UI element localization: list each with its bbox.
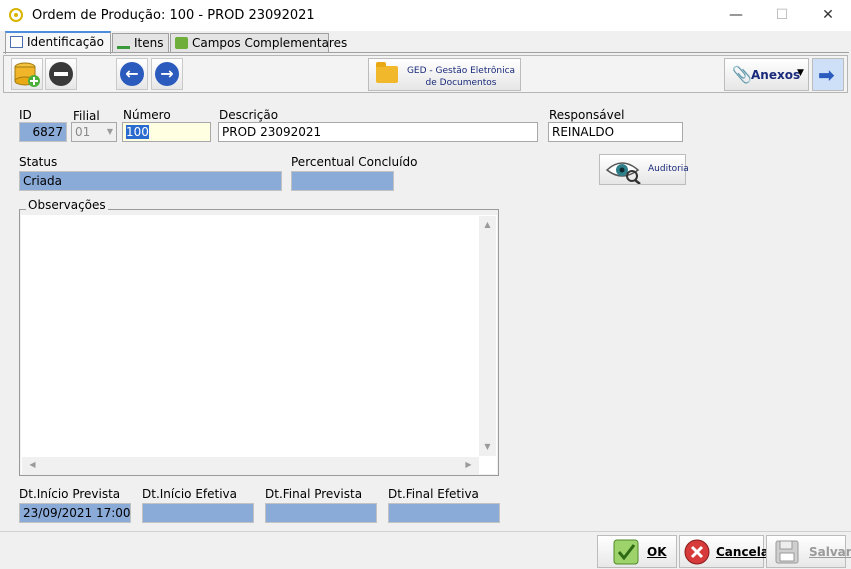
tab-divider (3, 52, 849, 53)
toolbar: ← → GED - Gestão Eletrônica de Documento… (3, 55, 848, 93)
filial-value: 01 (75, 125, 91, 139)
tab-identificacao[interactable]: Identificação (5, 31, 111, 54)
minimize-button[interactable]: — (713, 0, 759, 31)
footer-divider (0, 531, 851, 532)
paperclip-icon: 📎 (732, 65, 752, 84)
title-bar: Ordem de Produção: 100 - PROD 23092021 —… (0, 0, 851, 31)
arrow-right-icon: ➡ (818, 63, 835, 87)
observacoes-textarea[interactable] (21, 215, 497, 474)
previous-record-button[interactable]: ← (116, 58, 148, 90)
dt-final-prevista-label: Dt.Final Prevista (265, 487, 363, 501)
anexos-label: Anexos (751, 68, 801, 82)
filial-select[interactable]: 01 ▼ (71, 122, 117, 142)
descricao-input[interactable]: PROD 23092021 (218, 122, 538, 142)
descricao-label: Descrição (219, 108, 279, 122)
percentual-label: Percentual Concluído (291, 155, 418, 169)
dt-final-efetiva-label: Dt.Final Efetiva (388, 487, 479, 501)
horizontal-scrollbar[interactable]: ◀ ▶ (22, 457, 479, 474)
tab-label: Campos Complementares (192, 36, 348, 50)
tab-strip: Identificação Itens Campos Complementare… (0, 31, 851, 54)
arrow-left-icon: ← (120, 62, 144, 86)
eye-icon (605, 162, 641, 184)
cancel-button[interactable]: Cancelar (679, 535, 775, 568)
chevron-down-icon: ▼ (106, 127, 113, 136)
folder-document-icon (376, 62, 398, 83)
ok-button[interactable]: OK (597, 535, 677, 568)
dt-inicio-efetiva-label: Dt.Início Efetiva (142, 487, 238, 501)
checkmark-icon (613, 539, 639, 565)
vertical-scrollbar[interactable]: ▲ ▼ (479, 216, 496, 456)
observacoes-label: Observações (26, 198, 108, 212)
ged-button[interactable]: GED - Gestão Eletrônica de Documentos (368, 58, 521, 91)
cart-icon (117, 37, 130, 49)
responsavel-label: Responsável (549, 108, 625, 122)
id-field: 6827 (19, 122, 67, 142)
folder-icon (175, 37, 188, 49)
database-add-icon (14, 62, 40, 87)
tab-campos-complementares[interactable]: Campos Complementares (170, 33, 347, 53)
remove-record-button[interactable] (45, 58, 77, 90)
tab-label: Identificação (27, 35, 104, 49)
filial-label: Filial (73, 109, 100, 123)
close-button[interactable]: ✕ (805, 0, 851, 31)
maximize-button[interactable]: ☐ (759, 0, 805, 31)
id-label: ID (19, 108, 32, 122)
auditoria-label: Auditoria (648, 164, 689, 174)
save-button[interactable]: Salvar (766, 535, 851, 568)
form-icon (10, 36, 23, 48)
ok-label: OK (647, 545, 667, 559)
window-title: Ordem de Produção: 100 - PROD 23092021 (32, 8, 315, 23)
numero-input[interactable]: 100 (122, 122, 211, 142)
cancel-x-icon (684, 539, 710, 565)
anexos-button[interactable]: 📎 Anexos ▼ (724, 58, 809, 91)
responsavel-input[interactable]: REINALDO (548, 122, 683, 142)
numero-label: Número (123, 108, 171, 122)
dt-final-prevista-field (265, 503, 377, 523)
dt-inicio-efetiva-field (142, 503, 254, 523)
chevron-down-icon: ▼ (797, 68, 804, 78)
percentual-field (291, 171, 394, 191)
floppy-disk-icon (775, 540, 799, 564)
tab-itens[interactable]: Itens (112, 33, 169, 53)
numero-value: 100 (126, 125, 149, 139)
scroll-right-icon[interactable]: ▶ (460, 460, 477, 469)
auditoria-button[interactable]: Auditoria (599, 154, 689, 185)
dt-inicio-prevista-label: Dt.Início Prevista (19, 487, 121, 501)
status-field: Criada (19, 171, 282, 191)
forward-button[interactable]: ➡ (812, 58, 844, 91)
scroll-up-icon[interactable]: ▲ (479, 220, 496, 229)
add-record-button[interactable] (11, 58, 43, 90)
app-icon (9, 8, 23, 22)
tab-label: Itens (134, 36, 164, 50)
save-label: Salvar (809, 545, 851, 559)
dt-inicio-prevista-field: 23/09/2021 17:00:39 (19, 503, 131, 523)
dt-final-efetiva-field (388, 503, 500, 523)
next-record-button[interactable]: → (151, 58, 183, 90)
ged-label: GED - Gestão Eletrônica de Documentos (406, 66, 516, 88)
scroll-down-icon[interactable]: ▼ (479, 442, 496, 451)
arrow-right-icon: → (155, 62, 179, 86)
minus-circle-icon (49, 62, 73, 86)
status-label: Status (19, 155, 58, 169)
scroll-left-icon[interactable]: ◀ (24, 460, 41, 469)
